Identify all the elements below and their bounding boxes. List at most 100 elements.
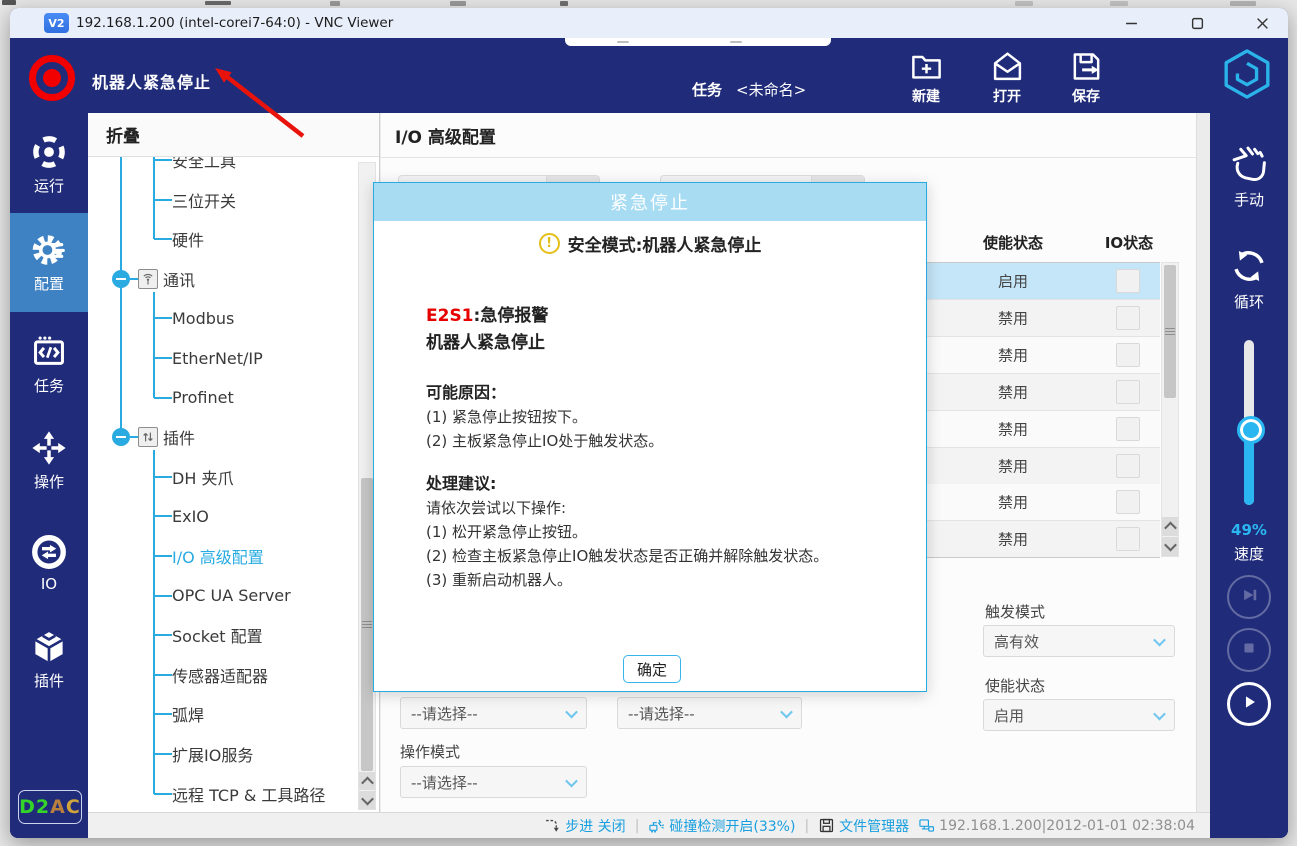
vnc-viewer-window: V2 192.168.1.200 (intel-corei7-64:0) - V… [10,8,1288,838]
collision-detection-status[interactable]: 碰撞检测开启(33%) [648,816,795,836]
background-window-fragment [330,1,340,6]
tree-collapse-toggle[interactable] [112,428,130,446]
select-dropdown-1-value: --请选择-- [411,703,478,724]
nav-plugin[interactable]: 插件 [10,620,88,700]
nav-io-label: IO [41,575,57,593]
tree-item[interactable]: Profinet [172,386,234,410]
step-mode-text: 步进 关闭 [565,816,625,836]
tree-item[interactable]: I/O 高级配置 [172,544,264,568]
tree-item[interactable]: 安全工具 [172,157,236,172]
manual-mode-label: 手动 [1234,189,1264,210]
tree-connector-line [154,713,172,715]
io-state-checkbox[interactable] [1116,490,1140,514]
save-button[interactable]: 保存 [1050,49,1122,106]
window-titlebar[interactable]: V2 192.168.1.200 (intel-corei7-64:0) - V… [10,8,1288,38]
table-scrollbar[interactable] [1161,262,1179,557]
column-header-enable-state: 使能状态 [983,232,1043,253]
tree-item[interactable]: EtherNet/IP [172,346,263,370]
close-button[interactable] [1242,11,1282,35]
nav-config[interactable]: 配置 [10,213,88,312]
enable-state-cell: 禁用 [998,381,1028,402]
error-code: E2S1 [426,306,474,326]
dialog-title[interactable]: 紧急停止 [374,183,926,221]
nav-operate[interactable]: 操作 [10,421,88,501]
left-nav-rail: 运行 配置 任务 操作 IO 插件 D2AC [10,113,88,838]
step-mode-status[interactable]: 步进 关闭 [544,816,625,836]
nav-run[interactable]: 运行 [10,125,88,205]
manual-mode-button[interactable]: 手动 [1210,135,1288,215]
select-dropdown-2[interactable]: --请选择-- [617,697,802,729]
operation-mode-dropdown[interactable]: --请选择-- [400,766,587,798]
io-state-checkbox[interactable] [1116,343,1140,367]
chevron-down-icon [1153,633,1166,646]
tree-connector-line [154,634,172,636]
tree-item[interactable]: 传感器适配器 [172,663,268,687]
tree-item[interactable]: 三位开关 [172,188,236,212]
status-separator: | [804,818,809,834]
ok-button[interactable]: 确定 [623,655,681,683]
nav-task[interactable]: 任务 [10,325,88,405]
collision-detection-text: 碰撞检测开启(33%) [669,816,795,836]
tree-item[interactable]: 通讯 [163,267,195,291]
tree-item[interactable]: DH 夹爪 [172,465,233,489]
tree-item[interactable]: 硬件 [172,227,204,251]
io-state-checkbox[interactable] [1116,380,1140,404]
antenna-icon [138,269,158,289]
tree-item[interactable]: 扩展IO服务 [172,742,253,766]
file-manager-button[interactable]: 文件管理器 [818,816,909,836]
tree-item[interactable]: ExIO [172,504,209,528]
tree-scroll-down-button[interactable] [359,791,375,809]
tree-collapse-toggle[interactable] [112,270,130,288]
nav-io[interactable]: IO [10,525,88,605]
table-scroll-up-button[interactable] [1162,517,1178,536]
advice-line: (3) 重新启动机器人。 [426,568,828,592]
nav-run-label: 运行 [34,175,64,196]
enable-state-dropdown[interactable]: 启用 [983,699,1175,731]
config-tree-panel: 折叠 安全工具三位开关硬件通讯 Modbus EtherNet/IP Profinet… [88,113,380,812]
vnc-toolbar-tab[interactable] [565,38,831,46]
table-scrollbar-thumb[interactable] [1164,265,1176,398]
tree-connector-line [153,450,155,793]
stop-button[interactable] [1227,628,1271,672]
new-button[interactable]: 新建 [890,49,962,106]
tree-connector-line [154,595,172,597]
task-field: 任务<未命名> [692,79,806,100]
estop-status-message: 机器人紧急停止 [92,69,211,93]
save-button-label: 保存 [1050,86,1122,106]
tree-connector-line [154,159,172,161]
tree-scroll-up-button[interactable] [359,772,375,790]
speed-slider[interactable] [1244,340,1254,505]
d2ac-badge[interactable]: D2AC [18,790,82,824]
tree-collapse-header[interactable]: 折叠 [88,113,379,157]
table-scroll-down-button[interactable] [1162,537,1178,556]
select-dropdown-1[interactable]: --请选择-- [400,697,587,729]
tree-item[interactable]: Modbus [172,306,234,330]
tree-item[interactable]: 插件 [163,425,195,449]
io-state-checkbox[interactable] [1116,269,1140,293]
open-button[interactable]: 打开 [971,49,1043,106]
cycle-mode-button[interactable]: 循环 [1210,237,1288,317]
tree-item[interactable]: Socket 配置 [172,623,263,647]
io-state-checkbox[interactable] [1116,417,1140,441]
maximize-button[interactable] [1177,11,1217,35]
io-state-checkbox[interactable] [1116,454,1140,478]
minimize-button[interactable] [1111,11,1151,35]
io-state-checkbox[interactable] [1116,306,1140,330]
tree-connector-line [154,515,172,517]
play-button[interactable] [1227,682,1271,726]
background-window-fragment [1230,1,1256,6]
connection-status: 192.168.1.200|2012-01-01 02:38:04 [918,817,1195,834]
io-state-checkbox[interactable] [1116,527,1140,551]
save-icon [1069,49,1104,84]
right-control-rail: 手动 循环 49% 速度 [1210,113,1288,838]
speed-slider-thumb[interactable] [1237,416,1265,444]
tree-scrollbar-thumb[interactable] [361,478,373,771]
tree-item[interactable]: OPC UA Server [172,584,291,608]
nav-task-label: 任务 [34,375,64,396]
tree-item[interactable]: 远程 TCP & 工具路径 [172,782,325,806]
enable-state-value: 启用 [994,705,1024,726]
vnc-logo-icon: V2 [44,13,69,33]
trigger-mode-dropdown[interactable]: 高有效 [983,625,1175,657]
step-run-button[interactable] [1227,575,1271,619]
tree-item[interactable]: 弧焊 [172,702,204,726]
